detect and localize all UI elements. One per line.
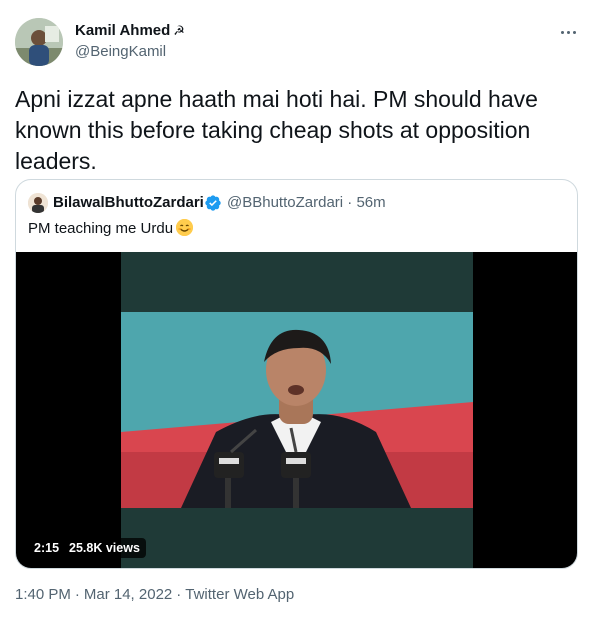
quoted-author-avatar: [28, 193, 48, 213]
tweet-date[interactable]: Mar 14, 2022: [84, 586, 172, 603]
verified-badge-icon: [205, 195, 221, 211]
more-options-icon[interactable]: [556, 22, 580, 42]
smiling-face-emoji-icon: [176, 219, 194, 236]
tweet-source: Twitter Web App: [185, 586, 295, 603]
video-duration: 2:15: [34, 541, 60, 555]
quoted-handle-time: @BBhuttoZardari · 56m: [227, 194, 386, 211]
tweet: Kamil Ahmed ☭ @BeingKamil Apni izzat apne…: [0, 0, 598, 621]
video-player[interactable]: 2:15 25.8K views: [16, 252, 577, 568]
video-views: 25.8K views: [69, 541, 140, 555]
speaker-image: [121, 312, 473, 508]
author-avatar[interactable]: [15, 18, 63, 66]
hammer-sickle-icon: ☭: [173, 23, 185, 38]
author-name[interactable]: Kamil Ahmed ☭: [75, 22, 185, 39]
quoted-author-name: BilawalBhuttoZardari: [53, 194, 204, 211]
author-handle[interactable]: @BeingKamil: [75, 43, 166, 60]
quoted-text: PM teaching me Urdu: [28, 219, 194, 237]
video-stats-badge: 2:15 25.8K views: [28, 538, 146, 558]
tweet-metadata: 1:40 PM · Mar 14, 2022 · Twitter Web App: [15, 586, 295, 603]
quoted-tweet[interactable]: BilawalBhuttoZardari @BBhuttoZardari · 5…: [15, 179, 578, 569]
tweet-time[interactable]: 1:40 PM: [15, 586, 71, 603]
video-thumbnail: [121, 252, 473, 568]
tweet-text: Apni izzat apne haath mai hoti hai. PM s…: [15, 86, 538, 174]
